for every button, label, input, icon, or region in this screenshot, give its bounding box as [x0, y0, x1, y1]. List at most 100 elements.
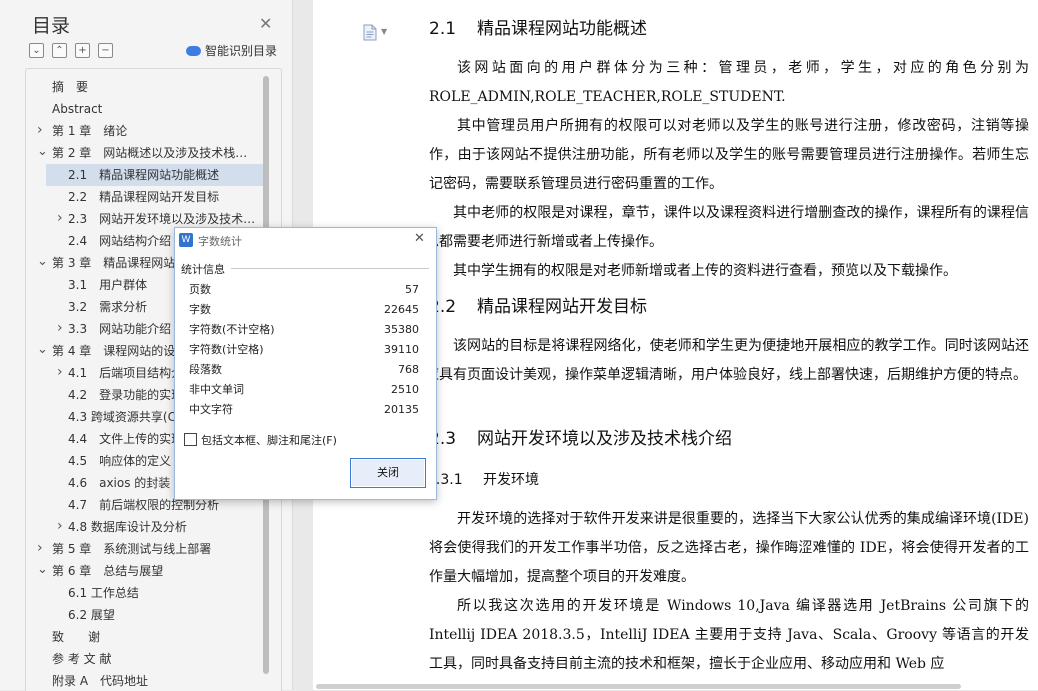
toc-item[interactable]: 6.2 展望 — [46, 604, 263, 626]
stat-label: 段落数 — [189, 363, 222, 376]
stat-row: 字数 22645 — [189, 300, 419, 320]
toc-item[interactable]: › 第 5 章 系统测试与线上部署 — [26, 538, 263, 560]
toc-item[interactable]: Abstract — [26, 98, 263, 120]
body-paragraph: 其中老师的权限是对课程，章节，课件以及课程资料进行增删查改的操作，课程所有的课程… — [425, 205, 1029, 250]
toc-item[interactable]: 致 谢 — [26, 626, 263, 648]
toc-item-label: 3.3 网站功能介绍 — [68, 322, 172, 336]
toc-item-label: 第 5 章 系统测试与线上部署 — [52, 542, 212, 556]
body-paragraph: 其中管理员用户所拥有的权限可以对老师以及学生的账号进行注册，修改密码，注销等操作… — [429, 118, 1029, 192]
heading-number: 2.1 — [429, 19, 457, 39]
stat-row: 非中文单词 2510 — [189, 380, 419, 400]
toc-item[interactable]: › 第 1 章 绪论 — [26, 120, 263, 142]
toc-item-label: 4.1 后端项目结构介 — [68, 366, 184, 380]
stat-value: 22645 — [384, 303, 419, 316]
toc-item-label: Abstract — [52, 102, 103, 116]
collapse-all-icon[interactable]: ⌄ — [29, 43, 44, 58]
chevron-down-icon[interactable]: ⌄ — [37, 255, 48, 268]
include-textbox-label[interactable]: 包括文本框、脚注和尾注(F) — [201, 432, 337, 448]
toc-item[interactable]: 2.1 精品课程网站功能概述 — [46, 164, 263, 186]
toc-item[interactable]: 2.2 精品课程网站开发目标 — [46, 186, 263, 208]
remove-heading-icon[interactable]: − — [98, 43, 113, 58]
body-paragraph: 所以我这次选用的开发环境是 Windows 10,Java 编译器选用 JetB… — [429, 598, 1029, 672]
toc-item-label: 3.2 需求分析 — [68, 300, 148, 314]
chevron-down-icon[interactable]: ▼ — [381, 27, 387, 36]
close-icon[interactable]: ✕ — [414, 231, 425, 246]
body-paragraph: 其中学生拥有的权限是对老师新增或者上传的资料进行查看，预览以及下载操作。 — [453, 263, 957, 279]
toc-item-label: 2.4 网站结构介绍 — [68, 234, 172, 248]
stat-label: 页数 — [189, 283, 211, 296]
wps-logo-icon: W — [179, 233, 193, 247]
toc-item-label: 第 3 章 精品课程网站 — [52, 256, 176, 270]
toc-item-label: 3.1 用户群体 — [68, 278, 148, 292]
heading-title: 精品课程网站开发目标 — [477, 297, 647, 317]
toc-item-label: 4.3 跨域资源共享(C — [68, 410, 176, 424]
section-heading: 2.3 网站开发环境以及涉及技术栈介绍 — [429, 424, 732, 449]
chevron-down-icon[interactable]: ⌄ — [37, 563, 48, 576]
toc-item[interactable]: 摘 要 — [26, 76, 263, 98]
stat-value: 35380 — [384, 323, 419, 336]
toc-item-label: 第 6 章 总结与展望 — [52, 564, 164, 578]
stat-label: 非中文单词 — [189, 383, 244, 396]
stat-row: 页数 57 — [189, 280, 419, 300]
toc-item-label: 4.5 响应体的定义 — [68, 454, 172, 468]
chevron-right-icon[interactable]: › — [57, 321, 65, 335]
toc-title: 目录 — [32, 15, 71, 37]
include-textbox-checkbox[interactable] — [184, 433, 197, 446]
toc-item-label: 2.1 精品课程网站功能概述 — [68, 168, 220, 182]
dialog-title-bar[interactable]: W 字数统计 ✕ — [175, 228, 436, 252]
stat-row: 中文字符 20135 — [189, 400, 419, 420]
stat-row: 段落数 768 — [189, 360, 419, 380]
stat-value: 39110 — [384, 343, 419, 356]
close-icon[interactable]: ✕ — [259, 14, 272, 33]
heading-title: 网站开发环境以及涉及技术栈介绍 — [477, 429, 732, 449]
close-button[interactable]: 关闭 — [350, 458, 426, 488]
toc-item[interactable]: › 4.8 数据库设计及分析 — [46, 516, 263, 538]
add-heading-icon[interactable]: + — [75, 43, 90, 58]
body-paragraph: 该网站的目标是将课程网络化，使老师和学生更为便捷地开展相应的教学工作。同时该网站… — [425, 338, 1029, 383]
chevron-right-icon[interactable]: › — [37, 123, 45, 137]
chevron-down-icon[interactable]: ⌄ — [37, 145, 48, 158]
body-paragraph: 该网站面向的用户群体分为三种：管理员，老师，学生，对应的角色分别为ROLE_AD… — [429, 60, 1029, 105]
toc-item[interactable]: 参 考 文 献 — [26, 648, 263, 670]
smart-toc-button[interactable]: 智能识别目录 — [186, 42, 277, 59]
stat-row: 字符数(不计空格) 35380 — [189, 320, 419, 340]
toc-item-label: 参 考 文 献 — [52, 652, 112, 666]
toc-item[interactable]: ⌄ 第 6 章 总结与展望 — [26, 560, 263, 582]
stat-label: 字符数(不计空格) — [189, 323, 275, 336]
heading-title: 开发环境 — [483, 472, 539, 488]
toc-item-label: 4.6 axios 的封装 — [68, 476, 171, 490]
chevron-right-icon[interactable]: › — [57, 211, 65, 225]
toc-item[interactable]: 6.1 工作总结 — [46, 582, 263, 604]
stat-row: 字符数(计空格) 39110 — [189, 340, 419, 360]
toc-item-label: 2.2 精品课程网站开发目标 — [68, 190, 220, 204]
toc-item-label: 6.1 工作总结 — [68, 586, 139, 600]
toc-item[interactable]: 附录 A 代码地址 — [26, 670, 263, 691]
chevron-right-icon[interactable]: › — [37, 541, 45, 555]
stat-label: 中文字符 — [189, 403, 233, 416]
stat-value: 57 — [405, 283, 419, 296]
section-heading: 2.2 精品课程网站开发目标 — [429, 292, 647, 317]
heading-title: 精品课程网站功能概述 — [477, 19, 647, 39]
stat-value: 20135 — [384, 403, 419, 416]
smart-toc-label: 智能识别目录 — [205, 44, 278, 58]
stat-value: 2510 — [391, 383, 419, 396]
chevron-right-icon[interactable]: › — [57, 519, 65, 533]
document-icon[interactable] — [363, 24, 377, 41]
toc-item-label: 致 谢 — [52, 630, 101, 644]
section-heading: 2.3.1 开发环境 — [427, 469, 539, 489]
cloud-icon — [186, 46, 201, 56]
toc-item-label: 附录 A 代码地址 — [52, 674, 149, 688]
horizontal-scrollbar[interactable] — [316, 684, 961, 689]
toc-item-label: 6.2 展望 — [68, 608, 115, 622]
toc-item-label: 第 1 章 绪论 — [52, 124, 128, 138]
dialog-title: 字数统计 — [198, 235, 242, 248]
stats-section-label: 统计信息 — [181, 263, 225, 276]
expand-all-icon[interactable]: ⌃ — [52, 43, 67, 58]
chevron-right-icon[interactable]: › — [57, 365, 65, 379]
stat-label: 字数 — [189, 303, 211, 316]
toc-item[interactable]: ⌄ 第 2 章 网站概述以及涉及技术栈… — [26, 142, 263, 164]
chevron-down-icon[interactable]: ⌄ — [37, 343, 48, 356]
word-count-dialog: W 字数统计 ✕ 统计信息 包括文本框、脚注和尾注(F) 关闭 页数 57 字数 22… — [174, 227, 437, 500]
stat-label: 字符数(计空格) — [189, 343, 264, 356]
toc-item-label: 4.2 登录功能的实现 — [68, 388, 184, 402]
